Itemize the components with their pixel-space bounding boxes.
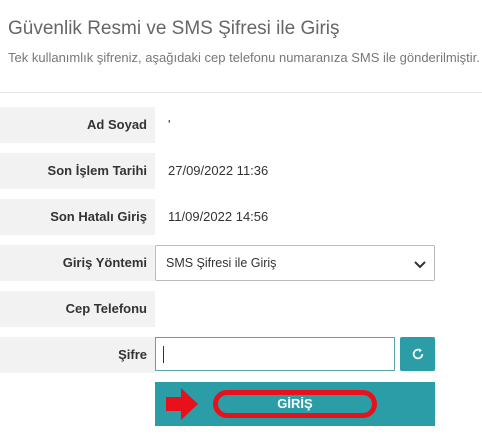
row-last-transaction: Son İşlem Tarihi 27/09/2022 11:36: [0, 153, 482, 189]
refresh-button[interactable]: [400, 337, 435, 371]
row-last-failed: Son Hatalı Giriş 11/09/2022 14:56: [0, 199, 482, 235]
chevron-down-icon: [414, 246, 426, 280]
text-caret: [163, 346, 164, 363]
page-subtitle: Tek kullanımlık şifreniz, aşağıdaki cep …: [8, 50, 480, 65]
name-label: Ad Soyad: [0, 107, 155, 143]
last-transaction-label: Son İşlem Tarihi: [0, 153, 155, 189]
phone-label: Cep Telefonu: [0, 291, 155, 327]
method-select[interactable]: SMS Şifresi ile Giriş: [155, 245, 435, 281]
divider: [0, 92, 482, 93]
method-selected-value: SMS Şifresi ile Giriş: [166, 256, 277, 270]
last-failed-label: Son Hatalı Giriş: [0, 199, 155, 235]
method-label: Giriş Yöntemi: [0, 245, 155, 281]
page-title: Güvenlik Resmi ve SMS Şifresi ile Giriş: [8, 18, 340, 39]
row-phone: Cep Telefonu: [0, 291, 482, 327]
password-label: Şifre: [0, 337, 155, 373]
row-password: Şifre: [0, 337, 482, 373]
password-input[interactable]: [155, 337, 395, 371]
refresh-icon: [411, 345, 425, 362]
last-transaction-value: 27/09/2022 11:36: [168, 163, 269, 178]
arrow-right-icon: [166, 388, 198, 420]
row-method: Giriş Yöntemi SMS Şifresi ile Giriş: [0, 245, 482, 281]
last-failed-value: 11/09/2022 14:56: [168, 209, 269, 224]
name-value: ': [168, 117, 171, 132]
login-highlight-outline: GİRİŞ: [213, 390, 377, 418]
login-label: GİRİŞ: [277, 396, 313, 411]
row-name: Ad Soyad ': [0, 107, 482, 143]
